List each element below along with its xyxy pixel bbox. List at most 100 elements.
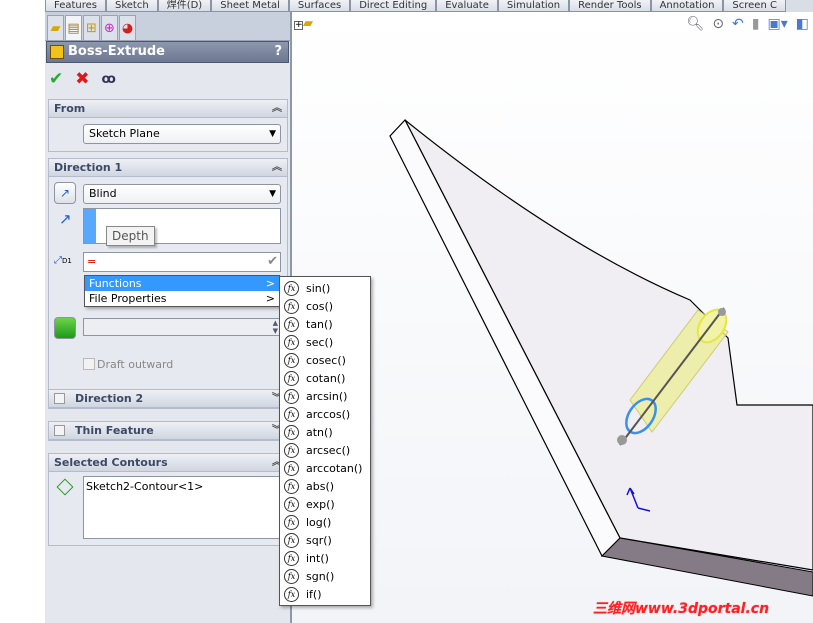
dimxpert-icon[interactable]: ⊕ [101,15,118,40]
function-item[interactable]: fx abs() [280,477,370,495]
ok-check-icon[interactable]: ✔ [49,69,63,91]
function-item[interactable]: fx cos() [280,297,370,315]
function-label: cotan() [306,371,346,385]
depth-equation-input[interactable]: = ✔ [83,252,281,272]
from-group: From ︽ Sketch Plane ▼ [48,99,288,152]
direction1-group: Direction 1 ︽ ↗ Blind ▼ ↗ ⤢D1 = ✔ ▲ ▼ Draft … [48,158,288,390]
selection-color-swatch [84,209,96,243]
tab-direct-editing[interactable]: Direct Editing [350,0,437,12]
tab-simulation[interactable]: Simulation [497,0,570,12]
draft-angle-input[interactable]: ▲ ▼ [83,318,281,336]
tab-label: Features [54,0,97,11]
function-fx-icon: fx [284,406,299,422]
function-item[interactable]: fx cosec() [280,351,370,369]
function-item[interactable]: fx exp() [280,495,370,513]
direction2-checkbox[interactable] [54,393,65,404]
submenu-arrow-icon: > [265,292,275,305]
help-button[interactable]: ? [274,42,282,62]
function-fx-icon: fx [284,334,299,350]
contour-diamond-icon [56,478,74,496]
menu-label: File Properties [89,292,167,305]
draft-toggle-icon[interactable] [54,317,76,339]
thin-feature-header[interactable]: Thin Feature ︾ [49,422,287,440]
function-label: arcsec() [306,443,351,457]
function-fx-icon: fx [284,460,299,476]
accept-check-icon[interactable]: ✔ [267,253,278,271]
direction2-header[interactable]: Direction 2 ︾ [49,390,287,408]
chevron-down-icon: ▼ [269,129,276,139]
tab-screen-capture[interactable]: Screen C [723,0,786,12]
collapse-icon[interactable]: ︽ [272,159,282,177]
panel-tabs: ▰ ▤ ⊞ ⊕ ◕ [45,12,290,41]
function-fx-icon: fx [284,424,299,440]
tab-annotation[interactable]: Annotation [650,0,724,12]
selected-contours-header[interactable]: Selected Contours ︽ [49,454,287,472]
collapse-icon[interactable]: ︽ [272,100,282,118]
menu-item-functions[interactable]: Functions > [85,276,279,291]
function-item[interactable]: fx arcsin() [280,387,370,405]
function-item[interactable]: fx atn() [280,423,370,441]
from-header[interactable]: From ︽ [49,100,287,118]
tab-label: Annotation [659,0,715,11]
function-label: tan() [306,317,333,331]
tab-features[interactable]: Features [45,0,106,12]
menu-item-file-properties[interactable]: File Properties > [85,291,279,306]
function-label: int() [306,551,329,565]
tab-sheet-metal[interactable]: Sheet Metal [211,0,289,12]
function-fx-icon: fx [284,532,299,548]
thin-feature-group: Thin Feature ︾ [48,421,288,441]
tab-evaluate[interactable]: Evaluate [436,0,498,12]
tab-label: Direct Editing [359,0,428,11]
direction1-header[interactable]: Direction 1 ︽ [49,159,287,177]
function-item[interactable]: fx int() [280,549,370,567]
spin-buttons[interactable]: ▲ ▼ [273,319,278,335]
group-label: Thin Feature [75,424,154,437]
function-item[interactable]: fx if() [280,585,370,603]
drag-handle-top [718,308,726,316]
configuration-manager-icon[interactable]: ⊞ [83,15,100,40]
tab-weldments[interactable]: 焊件(D) [157,0,212,12]
thin-feature-checkbox[interactable] [54,425,65,436]
function-item[interactable]: fx cotan() [280,369,370,387]
property-manager-icon[interactable]: ▤ [65,15,82,40]
function-item[interactable]: fx arccos() [280,405,370,423]
function-item[interactable]: fx sqr() [280,531,370,549]
list-item[interactable]: Sketch2-Contour<1> [86,480,278,493]
display-manager-icon[interactable]: ◕ [119,15,136,40]
draft-outward-checkbox[interactable]: Draft outward [83,358,173,371]
feature-manager-icon[interactable]: ▰ [47,15,64,40]
group-label: From [54,102,86,115]
property-manager-panel: ▰ ▤ ⊞ ⊕ ◕ Boss-Extrude ? ✔ ✖ ꝏ From ︽ Ske… [45,12,292,623]
function-item[interactable]: fx sec() [280,333,370,351]
function-item[interactable]: fx sgn() [280,567,370,585]
select-value: Blind [89,187,117,200]
function-item[interactable]: fx log() [280,513,370,531]
end-condition-select[interactable]: Blind ▼ [83,184,281,204]
contours-list[interactable]: Sketch2-Contour<1> [83,476,281,539]
command-manager-tabs: Features Sketch 焊件(D) Sheet Metal Surfac… [45,0,813,12]
from-select[interactable]: Sketch Plane ▼ [83,124,281,144]
cancel-x-icon[interactable]: ✖ [75,69,89,91]
function-item[interactable]: fx tan() [280,315,370,333]
group-label: Direction 2 [75,392,144,405]
function-fx-icon: fx [284,568,299,584]
tab-label: 焊件(D) [166,0,203,11]
group-label: Selected Contours [54,456,168,469]
function-item[interactable]: fx sin() [280,279,370,297]
preview-glasses-icon[interactable]: ꝏ [102,69,116,91]
reverse-direction-icon[interactable]: ↗ [54,182,76,204]
title-text: Boss-Extrude [68,44,165,59]
function-fx-icon: fx [284,586,299,602]
boss-extrude-icon [50,45,64,59]
function-label: cosec() [306,353,346,367]
property-manager-title: Boss-Extrude ? [46,41,289,63]
function-item[interactable]: fx arccotan() [280,459,370,477]
function-item[interactable]: fx arcsec() [280,441,370,459]
tab-sketch[interactable]: Sketch [106,0,158,12]
drag-handle-bottom [617,435,627,445]
tab-render-tools[interactable]: Render Tools [569,0,651,12]
tab-surfaces[interactable]: Surfaces [288,0,351,12]
function-fx-icon: fx [284,442,299,458]
tab-label: Sheet Metal [220,0,280,11]
function-label: if() [306,587,322,601]
